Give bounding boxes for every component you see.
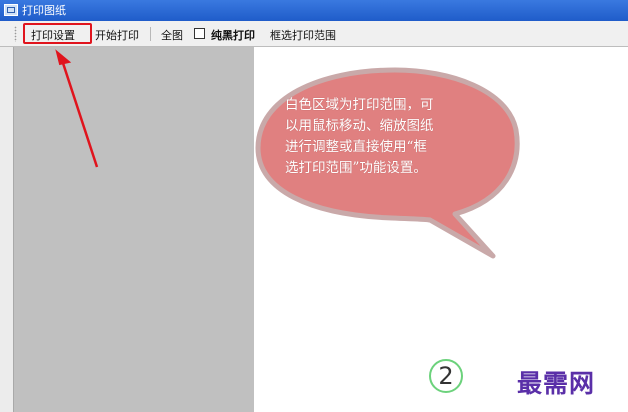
annotation-overlay bbox=[55, 49, 520, 259]
step-number-badge: 2 bbox=[429, 359, 463, 393]
callout-line: 进行调整或直接使用“框 bbox=[285, 139, 427, 155]
watermark-text: 最需网 bbox=[517, 369, 596, 398]
callout-line: 以用鼠标移动、缩放图纸 bbox=[285, 118, 434, 134]
callout-line: 选打印范围”功能设置。 bbox=[285, 160, 427, 176]
callout-text: 白色区域为打印范围，可 以用鼠标移动、缩放图纸 进行调整或直接使用“框 选打印范… bbox=[285, 95, 485, 179]
callout-line: 白色区域为打印范围，可 bbox=[285, 97, 434, 113]
red-arrow-icon bbox=[60, 59, 99, 168]
red-arrow-head-icon bbox=[55, 49, 72, 66]
